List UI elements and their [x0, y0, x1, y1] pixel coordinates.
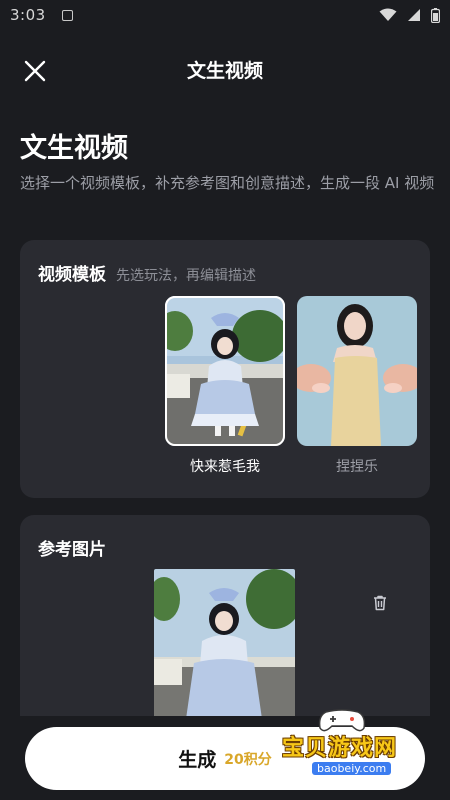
status-time: 3:03: [10, 6, 46, 24]
reference-heading: 参考图片: [38, 535, 106, 560]
page-title: 文生视频: [20, 133, 128, 164]
template-subtitle: 先选玩法，再编辑描述: [116, 268, 256, 284]
battery-icon: [431, 7, 440, 23]
reference-photo: [154, 569, 295, 719]
reference-image[interactable]: [154, 569, 295, 719]
delete-button[interactable]: [370, 593, 390, 613]
status-bar: 3:03: [0, 0, 450, 30]
template-title: 视频模板: [38, 265, 106, 285]
template-item-label: 捏捏乐: [336, 459, 378, 475]
template-item-lolita[interactable]: 快来惹毛我: [165, 296, 285, 476]
header-title: 文生视频: [186, 60, 263, 82]
notification-icon: [61, 9, 73, 21]
template-thumbnail: [165, 296, 285, 446]
top-bar: 文生视频: [0, 40, 450, 98]
template-list: 快来惹毛我 捏捏乐: [165, 296, 417, 476]
generate-label: 生成: [178, 749, 217, 771]
watermark-logo: 宝贝游戏网 baobeiy.com: [282, 708, 442, 788]
template-thumbnail: [297, 296, 417, 446]
template-heading: 视频模板 先选玩法，再编辑描述: [38, 260, 256, 285]
signal-icon: [408, 9, 420, 21]
watermark-text: 宝贝游戏网: [282, 736, 398, 761]
squeeze-girl-image: [297, 296, 417, 446]
template-item-label: 快来惹毛我: [190, 459, 260, 475]
watermark-url: baobeiy.com: [312, 762, 392, 775]
template-item-squeeze[interactable]: 捏捏乐: [297, 296, 417, 476]
generate-cost: 20积分: [224, 751, 272, 768]
status-icons: [379, 7, 440, 23]
lolita-girl-image: [165, 296, 285, 446]
reference-title: 参考图片: [38, 540, 106, 560]
wifi-icon: [379, 8, 397, 21]
template-card: 视频模板 先选玩法，再编辑描述 快来惹毛我 捏捏乐: [20, 240, 430, 498]
trash-icon: [374, 595, 386, 611]
page-description: 选择一个视频模板，补充参考图和创意描述，生成一段 AI 视频: [20, 174, 435, 192]
